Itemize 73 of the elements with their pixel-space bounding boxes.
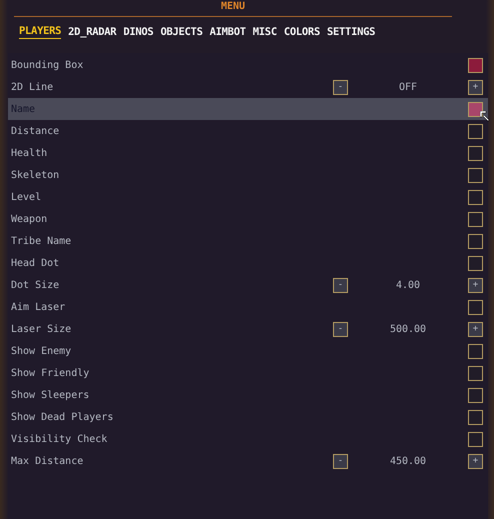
settings-row[interactable]: Laser Size - 500.00 + bbox=[8, 318, 488, 340]
setting-label: Skeleton bbox=[11, 170, 60, 180]
checkbox[interactable] bbox=[468, 300, 483, 314]
setting-label: Level bbox=[11, 192, 42, 202]
checkbox[interactable] bbox=[468, 102, 483, 116]
checkbox[interactable] bbox=[468, 234, 483, 248]
setting-label: Show Enemy bbox=[11, 346, 72, 356]
checkbox[interactable] bbox=[468, 146, 483, 160]
increment-button[interactable]: + bbox=[468, 454, 483, 468]
settings-row[interactable]: Show Friendly bbox=[8, 362, 488, 384]
settings-row[interactable]: Show Dead Players bbox=[8, 406, 488, 428]
settings-row[interactable]: Dot Size - 4.00 + bbox=[8, 274, 488, 296]
menu-title: MENU bbox=[220, 0, 246, 14]
settings-row[interactable]: Visibility Check bbox=[8, 428, 488, 450]
settings-row[interactable]: Distance bbox=[8, 120, 488, 142]
tab[interactable]: OBJECTS bbox=[160, 25, 203, 39]
settings-row[interactable]: Show Enemy bbox=[8, 340, 488, 362]
settings-row[interactable]: Tribe Name bbox=[8, 230, 488, 252]
settings-row[interactable]: Bounding Box bbox=[8, 54, 488, 76]
decrement-button[interactable]: - bbox=[333, 80, 348, 94]
checkbox[interactable] bbox=[468, 256, 483, 270]
checkbox[interactable] bbox=[468, 432, 483, 446]
setting-value: OFF bbox=[398, 82, 418, 92]
tab[interactable]: PLAYERS bbox=[19, 25, 62, 39]
setting-value: 500.00 bbox=[388, 324, 428, 334]
setting-value: 4.00 bbox=[394, 280, 422, 290]
cursor-icon bbox=[480, 110, 490, 120]
setting-label: Tribe Name bbox=[11, 236, 72, 246]
decrement-button[interactable]: - bbox=[333, 278, 348, 292]
settings-row[interactable]: 2D Line - OFF + bbox=[8, 76, 488, 98]
checkbox[interactable] bbox=[468, 212, 483, 226]
setting-label: Distance bbox=[11, 126, 60, 136]
checkbox[interactable] bbox=[468, 344, 483, 358]
settings-row[interactable]: Aim Laser bbox=[8, 296, 488, 318]
setting-label: Health bbox=[11, 148, 48, 158]
checkbox[interactable] bbox=[468, 366, 483, 380]
settings-row[interactable]: Skeleton bbox=[8, 164, 488, 186]
decrement-button[interactable]: - bbox=[333, 322, 348, 336]
checkbox[interactable] bbox=[468, 388, 483, 402]
tab[interactable]: AIMBOT bbox=[210, 25, 246, 39]
increment-button[interactable]: + bbox=[468, 278, 483, 292]
settings-row[interactable]: Weapon bbox=[8, 208, 488, 230]
setting-label: Dot Size bbox=[11, 280, 60, 290]
setting-label: 2D Line bbox=[11, 82, 54, 92]
increment-button[interactable]: + bbox=[468, 80, 483, 94]
increment-button[interactable]: + bbox=[468, 322, 483, 336]
setting-label: Bounding Box bbox=[11, 60, 84, 70]
setting-label: Aim Laser bbox=[11, 302, 66, 312]
setting-label: Show Dead Players bbox=[11, 412, 114, 422]
setting-label: Visibility Check bbox=[11, 434, 108, 444]
tab[interactable]: SETTINGS bbox=[326, 25, 376, 39]
tab[interactable]: MISC bbox=[252, 25, 277, 39]
setting-label: Weapon bbox=[11, 214, 48, 224]
setting-label: Laser Size bbox=[11, 324, 72, 334]
checkbox[interactable] bbox=[468, 58, 483, 72]
settings-row[interactable]: Show Sleepers bbox=[8, 384, 488, 406]
settings-row[interactable]: Health bbox=[8, 142, 488, 164]
tab[interactable]: DINOS bbox=[123, 25, 154, 39]
tab[interactable]: 2D_RADAR bbox=[68, 25, 116, 39]
checkbox[interactable] bbox=[468, 124, 483, 138]
setting-value: 450.00 bbox=[388, 456, 428, 466]
setting-label: Max Distance bbox=[11, 456, 84, 466]
setting-label: Head Dot bbox=[11, 258, 60, 268]
checkbox[interactable] bbox=[468, 168, 483, 182]
checkbox[interactable] bbox=[468, 410, 483, 424]
settings-row[interactable]: Head Dot bbox=[8, 252, 488, 274]
setting-label: Show Friendly bbox=[11, 368, 90, 378]
setting-label: Show Sleepers bbox=[11, 390, 90, 400]
decrement-button[interactable]: - bbox=[333, 454, 348, 468]
checkbox[interactable] bbox=[468, 190, 483, 204]
settings-row[interactable]: Level bbox=[8, 186, 488, 208]
tab[interactable]: COLORS bbox=[284, 25, 320, 39]
settings-row[interactable]: Max Distance - 450.00 + bbox=[8, 450, 488, 472]
